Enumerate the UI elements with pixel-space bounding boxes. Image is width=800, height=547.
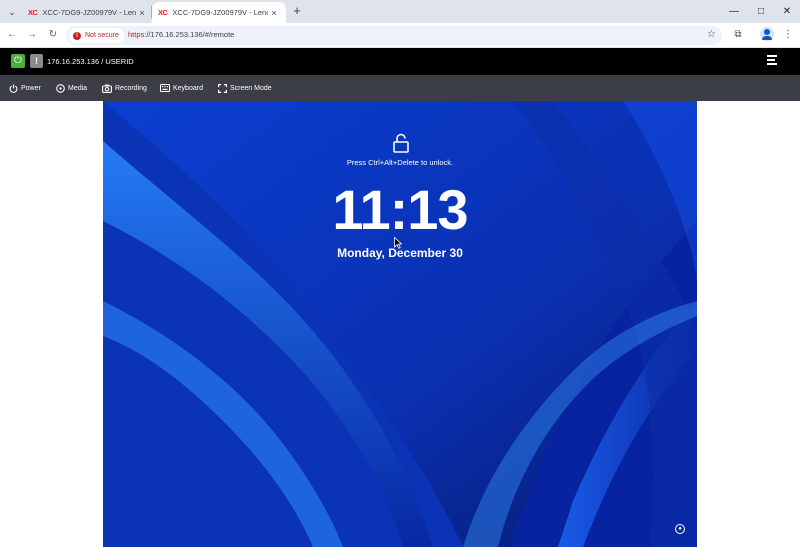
reload-button[interactable]: ↻: [45, 27, 61, 43]
profile-avatar-icon[interactable]: [760, 27, 774, 41]
browser-tab-2[interactable]: XC XCC-7DG9-JZ00979V - Lenovo ×: [152, 2, 286, 23]
minimize-button[interactable]: —: [721, 3, 747, 20]
menu-label: Recording: [115, 84, 147, 92]
host-user-label: 176.16.253.136 / USERID: [47, 57, 134, 66]
security-indicator[interactable]: ! Not secure: [69, 28, 124, 43]
address-bar[interactable]: ! Not secure https://176.16.253.136/#/re…: [66, 26, 722, 45]
power-status-icon[interactable]: ⏻: [11, 54, 25, 68]
remote-console-screen[interactable]: Press Ctrl+Alt+Delete to unlock. 11:13 M…: [103, 101, 697, 547]
back-button[interactable]: ←: [4, 27, 20, 43]
media-menu-button[interactable]: Media: [55, 82, 87, 94]
window-close-button[interactable]: ✕: [774, 3, 800, 20]
tab-search-icon[interactable]: ⌄: [4, 4, 20, 20]
warning-icon: !: [73, 31, 81, 40]
accessibility-icon[interactable]: ●: [675, 524, 685, 534]
xcc-favicon-icon: XC: [158, 8, 168, 17]
bookmark-star-icon[interactable]: ☆: [707, 29, 716, 40]
hamburger-menu-icon[interactable]: [767, 55, 781, 67]
tab-title: XCC-7DG9-JZ00979V - Lenovo: [172, 8, 268, 17]
power-menu-button[interactable]: Power: [8, 82, 41, 94]
screen-mode-menu-button[interactable]: Screen Mode: [217, 82, 272, 94]
media-icon: [55, 83, 65, 93]
browser-toolbar: ← → ↻ ! Not secure https://176.16.253.13…: [0, 23, 800, 48]
unlock-icon: [393, 133, 409, 153]
url-protocol: https: [128, 30, 145, 39]
fullscreen-icon: [217, 83, 227, 93]
alert-icon[interactable]: !: [30, 54, 43, 68]
menu-label: Media: [68, 84, 88, 92]
more-options-icon[interactable]: ⋮: [780, 27, 796, 43]
xcc-header: ⏻ ! 176.16.253.136 / USERID: [0, 48, 800, 75]
xcc-favicon-icon: XC: [28, 8, 38, 17]
tab-title: XCC-7DG9-JZ00979V - Lenovo: [42, 8, 136, 17]
remote-console-menu: Power Media Recording Keyboard Screen Mo…: [0, 75, 800, 101]
url-path: ://176.16.253.136/#/remote: [144, 30, 235, 39]
maximize-button[interactable]: □: [748, 3, 774, 20]
power-icon: [8, 83, 18, 93]
camera-icon: [102, 83, 112, 93]
menu-label: Power: [21, 84, 41, 92]
url-text[interactable]: https://176.16.253.136/#/remote: [128, 30, 234, 39]
mouse-cursor-icon: [394, 237, 402, 249]
menu-label: Keyboard: [173, 84, 203, 92]
recording-menu-button[interactable]: Recording: [102, 82, 147, 94]
security-label: Not secure: [85, 32, 119, 39]
extensions-icon[interactable]: ⧉: [730, 27, 746, 43]
browser-tab-1[interactable]: XC XCC-7DG9-JZ00979V - Lenovo ×: [22, 2, 154, 23]
keyboard-icon: [160, 83, 170, 93]
tab-close-icon[interactable]: ×: [268, 8, 280, 18]
unlock-instruction: Press Ctrl+Alt+Delete to unlock.: [346, 158, 454, 167]
forward-button[interactable]: →: [24, 27, 40, 43]
tab-close-icon[interactable]: ×: [136, 8, 148, 18]
new-tab-button[interactable]: +: [289, 3, 305, 19]
browser-titlebar: ⌄ XC XCC-7DG9-JZ00979V - Lenovo × XC XCC…: [0, 0, 800, 23]
wallpaper-image: [103, 101, 697, 547]
keyboard-menu-button[interactable]: Keyboard: [160, 82, 203, 94]
menu-label: Screen Mode: [230, 84, 272, 92]
lock-screen-clock: 11:13: [332, 178, 468, 241]
